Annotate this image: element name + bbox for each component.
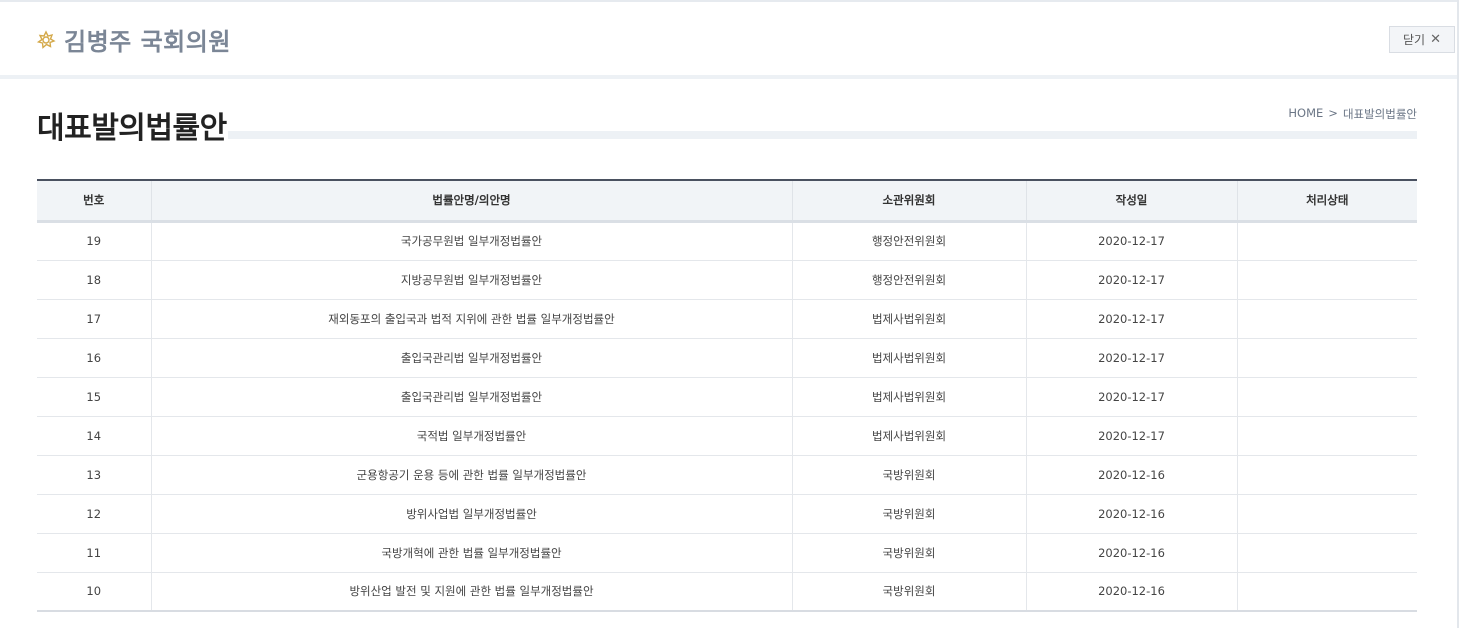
committee-cell: 국방위원회 bbox=[791, 455, 1026, 495]
status-cell bbox=[1236, 338, 1417, 378]
status-cell bbox=[1236, 533, 1417, 573]
brand: 김병주 국회의원 bbox=[36, 22, 231, 57]
table-row[interactable]: 10 방위산업 발전 및 지원에 관한 법률 일부개정법률안 국방위원회 2020-1… bbox=[37, 572, 1417, 612]
status-cell bbox=[1236, 377, 1417, 417]
breadcrumb-current[interactable]: 대표발의법률안 bbox=[1343, 106, 1417, 122]
bill-name-link[interactable]: 국가공무원법 일부개정법률안 bbox=[150, 221, 792, 261]
date-cell: 2020-12-16 bbox=[1025, 572, 1237, 612]
bill-number-cell: 11 bbox=[37, 533, 151, 573]
breadcrumb-separator: > bbox=[1328, 106, 1338, 120]
national-assembly-emblem-icon bbox=[36, 29, 56, 49]
date-cell: 2020-12-16 bbox=[1025, 455, 1237, 495]
close-label: 닫기 bbox=[1403, 33, 1426, 47]
bill-name-link[interactable]: 국방개혁에 관한 법률 일부개정법률안 bbox=[150, 533, 792, 573]
member-name: 김병주 국회의원 bbox=[64, 28, 231, 56]
bill-number-cell: 13 bbox=[37, 455, 151, 495]
column-header-date: 작성일 bbox=[1025, 179, 1237, 223]
bill-name-link[interactable]: 군용항공기 운용 등에 관한 법률 일부개정법률안 bbox=[150, 455, 792, 495]
site-header: 김병주 국회의원 닫기 ✕ bbox=[0, 2, 1457, 75]
date-cell: 2020-12-17 bbox=[1025, 377, 1237, 417]
table-row[interactable]: 14 국적법 일부개정법률안 법제사법위원회 2020-12-17 bbox=[37, 416, 1417, 456]
status-cell bbox=[1236, 455, 1417, 495]
table-header-row: 번호 법률안명/의안명 소관위원회 작성일 처리상태 bbox=[37, 179, 1417, 223]
close-button[interactable]: 닫기 ✕ bbox=[1389, 26, 1455, 53]
table-row[interactable]: 12 방위사업법 일부개정법률안 국방위원회 2020-12-16 bbox=[37, 494, 1417, 534]
date-cell: 2020-12-17 bbox=[1025, 299, 1237, 339]
committee-cell: 국방위원회 bbox=[791, 533, 1026, 573]
table-row[interactable]: 17 재외동포의 출입국과 법적 지위에 관한 법률 일부개정법률안 법제사법위원회… bbox=[37, 299, 1417, 339]
date-cell: 2020-12-16 bbox=[1025, 494, 1237, 534]
column-header-number: 번호 bbox=[37, 179, 151, 223]
bill-name-link[interactable]: 지방공무원법 일부개정법률안 bbox=[150, 260, 792, 300]
title-underline bbox=[228, 131, 1417, 139]
bill-name-link[interactable]: 방위산업 발전 및 지원에 관한 법률 일부개정법률안 bbox=[150, 572, 792, 612]
date-cell: 2020-12-17 bbox=[1025, 416, 1237, 456]
status-cell bbox=[1236, 416, 1417, 456]
bill-table: 번호 법률안명/의안명 소관위원회 작성일 처리상태 19 국가공무원법 일부개정… bbox=[37, 179, 1417, 612]
bill-name-link[interactable]: 출입국관리법 일부개정법률안 bbox=[150, 338, 792, 378]
date-cell: 2020-12-17 bbox=[1025, 221, 1237, 261]
status-cell bbox=[1236, 494, 1417, 534]
column-header-committee: 소관위원회 bbox=[791, 179, 1026, 223]
committee-cell: 법제사법위원회 bbox=[791, 377, 1026, 417]
breadcrumb-home[interactable]: HOME bbox=[1288, 106, 1323, 122]
bill-name-link[interactable]: 재외동포의 출입국과 법적 지위에 관한 법률 일부개정법률안 bbox=[150, 299, 792, 339]
bill-number-cell: 17 bbox=[37, 299, 151, 339]
table-row[interactable]: 15 출입국관리법 일부개정법률안 법제사법위원회 2020-12-17 bbox=[37, 377, 1417, 417]
breadcrumb: HOME > 대표발의법률안 bbox=[1288, 106, 1417, 122]
bill-number-cell: 12 bbox=[37, 494, 151, 534]
bill-number-cell: 15 bbox=[37, 377, 151, 417]
bill-name-link[interactable]: 방위사업법 일부개정법률안 bbox=[150, 494, 792, 534]
bill-name-link[interactable]: 출입국관리법 일부개정법률안 bbox=[150, 377, 792, 417]
bill-number-cell: 19 bbox=[37, 221, 151, 261]
committee-cell: 국방위원회 bbox=[791, 494, 1026, 534]
status-cell bbox=[1236, 572, 1417, 612]
bill-number-cell: 18 bbox=[37, 260, 151, 300]
committee-cell: 국방위원회 bbox=[791, 572, 1026, 612]
header-divider bbox=[0, 75, 1457, 79]
committee-cell: 행정안전위원회 bbox=[791, 221, 1026, 261]
column-header-status: 처리상태 bbox=[1236, 179, 1417, 223]
status-cell bbox=[1236, 221, 1417, 261]
bill-number-cell: 10 bbox=[37, 572, 151, 612]
bill-name-link[interactable]: 국적법 일부개정법률안 bbox=[150, 416, 792, 456]
committee-cell: 법제사법위원회 bbox=[791, 416, 1026, 456]
table-row[interactable]: 16 출입국관리법 일부개정법률안 법제사법위원회 2020-12-17 bbox=[37, 338, 1417, 378]
status-cell bbox=[1236, 260, 1417, 300]
date-cell: 2020-12-17 bbox=[1025, 260, 1237, 300]
date-cell: 2020-12-16 bbox=[1025, 533, 1237, 573]
table-row[interactable]: 13 군용항공기 운용 등에 관한 법률 일부개정법률안 국방위원회 2020-12-… bbox=[37, 455, 1417, 495]
close-icon: ✕ bbox=[1430, 32, 1441, 47]
page-title: 대표발의법률안 bbox=[37, 111, 227, 146]
table-row[interactable]: 11 국방개혁에 관한 법률 일부개정법률안 국방위원회 2020-12-16 bbox=[37, 533, 1417, 573]
bill-number-cell: 14 bbox=[37, 416, 151, 456]
committee-cell: 법제사법위원회 bbox=[791, 338, 1026, 378]
committee-cell: 행정안전위원회 bbox=[791, 260, 1026, 300]
bill-number-cell: 16 bbox=[37, 338, 151, 378]
date-cell: 2020-12-17 bbox=[1025, 338, 1237, 378]
table-row[interactable]: 19 국가공무원법 일부개정법률안 행정안전위원회 2020-12-17 bbox=[37, 221, 1417, 261]
committee-cell: 법제사법위원회 bbox=[791, 299, 1026, 339]
table-row[interactable]: 18 지방공무원법 일부개정법률안 행정안전위원회 2020-12-17 bbox=[37, 260, 1417, 300]
status-cell bbox=[1236, 299, 1417, 339]
column-header-bill-name: 법률안명/의안명 bbox=[150, 179, 792, 223]
